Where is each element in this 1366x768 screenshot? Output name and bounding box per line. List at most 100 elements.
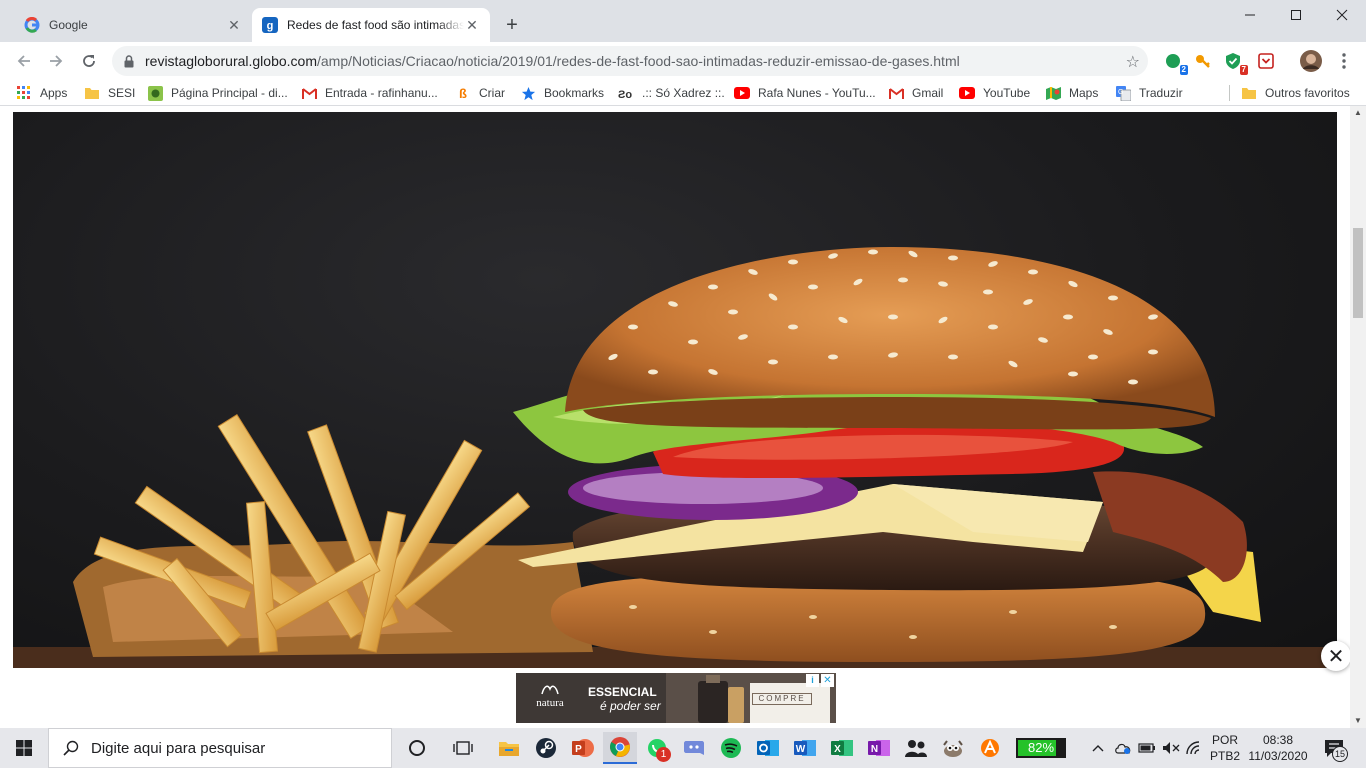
forward-icon[interactable] <box>42 47 70 75</box>
bookmark-bookmarks[interactable]: Bookmarks <box>520 83 604 103</box>
task-view-icon[interactable] <box>446 732 480 764</box>
powerpoint-icon[interactable]: P <box>566 732 600 764</box>
bookmark-label: Apps <box>40 86 68 100</box>
bookmark-sesi[interactable]: SESI <box>84 83 135 103</box>
bookmark-gmail[interactable]: Gmail <box>888 83 943 103</box>
ad-cta-button[interactable]: COMPRE <box>752 693 812 705</box>
tab-title: Google <box>49 18 88 32</box>
extension-shield-icon[interactable]: 7 <box>1222 50 1248 75</box>
bookmark-so-xadrez[interactable]: Ƨo .:: Só Xadrez ::. <box>618 83 725 103</box>
whatsapp-icon[interactable]: 1 <box>640 732 674 764</box>
sticky-ad-close-button[interactable]: ✕ <box>1321 641 1350 671</box>
steam-icon[interactable] <box>529 732 563 764</box>
bookmark-label: SESI <box>108 86 136 100</box>
bookmark-star-icon[interactable]: ☆ <box>1126 52 1140 72</box>
tab-google[interactable]: Google ✕ <box>14 8 252 42</box>
menu-kebab-icon[interactable] <box>1333 50 1355 72</box>
bookmarks-bar: Apps SESI Página Principal - di... Entra… <box>0 80 1366 106</box>
tab-strip: Google ✕ g Redes de fast food são intima… <box>0 0 1366 42</box>
file-explorer-icon[interactable] <box>492 732 526 764</box>
clock[interactable]: 08:38 11/03/2020 <box>1240 732 1316 764</box>
discord-icon[interactable] <box>677 732 711 764</box>
bookmark-label: YouTube <box>983 86 1031 100</box>
url-path: /amp/Noticias/Criacao/noticia/2019/01/re… <box>316 53 960 69</box>
bookmarks-divider <box>1229 85 1230 101</box>
action-center-icon[interactable]: 15 <box>1318 736 1352 762</box>
address-bar[interactable]: revistagloborural.globo.com/amp/Noticias… <box>112 46 1148 76</box>
avast-icon[interactable] <box>973 732 1007 764</box>
svg-text:N: N <box>871 744 878 755</box>
word-icon[interactable]: W <box>788 732 822 764</box>
bookmark-rafa-nunes[interactable]: Rafa Nunes - YouTu... <box>734 83 876 103</box>
ad-close-icon[interactable]: ✕ <box>821 674 834 687</box>
extension-pocket-icon[interactable] <box>1255 50 1277 72</box>
reload-icon[interactable] <box>75 47 103 75</box>
natura-brand: natura <box>536 697 564 709</box>
windows-start-icon[interactable] <box>0 728 48 768</box>
maximize-icon[interactable] <box>1273 0 1319 30</box>
bookmark-pagina-principal[interactable]: Página Principal - di... <box>147 83 288 103</box>
gmail-icon <box>301 85 317 101</box>
onedrive-sync-icon[interactable] <box>1112 728 1134 768</box>
svg-text:g: g <box>267 20 274 32</box>
battery-icon[interactable] <box>1136 728 1158 768</box>
minimize-icon[interactable] <box>1227 0 1273 30</box>
new-tab-button[interactable]: + <box>500 14 524 38</box>
svg-text:P: P <box>575 744 582 755</box>
gimp-icon[interactable] <box>936 732 970 764</box>
natura-logo: natura <box>530 683 570 709</box>
hero-image-burger-fries <box>13 112 1337 668</box>
globo-icon: g <box>262 17 278 33</box>
profile-avatar[interactable] <box>1299 49 1323 73</box>
volume-muted-icon[interactable] <box>1160 728 1182 768</box>
extension-key-icon[interactable] <box>1192 50 1214 72</box>
bookmark-entrada[interactable]: Entrada - rafinhanu... <box>301 83 438 103</box>
bookmark-outros-favoritos[interactable]: Outros favoritos <box>1241 83 1350 103</box>
chrome-taskbar-icon[interactable] <box>603 732 637 764</box>
people-icon[interactable] <box>899 732 933 764</box>
tab-fast-food-article[interactable]: g Redes de fast food são intimadas ✕ <box>252 8 490 42</box>
back-icon[interactable] <box>10 47 38 75</box>
scrollbar-thumb[interactable] <box>1353 228 1363 318</box>
bookmark-traduzir[interactable]: G Traduzir <box>1115 83 1183 103</box>
show-hidden-icons-chevron[interactable] <box>1088 728 1108 768</box>
scroll-up-icon[interactable]: ▲ <box>1350 106 1366 120</box>
bookmark-label: Gmail <box>912 86 944 100</box>
bookmark-criar[interactable]: ß Criar <box>455 83 505 103</box>
close-icon[interactable]: ✕ <box>226 17 242 33</box>
bookmark-maps[interactable]: Maps <box>1045 83 1098 103</box>
extension-badge: 2 <box>1179 65 1188 75</box>
battery-meter-widget[interactable]: 82% <box>1016 738 1066 758</box>
url-domain: revistagloborural.globo.com <box>145 53 317 69</box>
close-icon[interactable]: ✕ <box>464 17 480 33</box>
bookmark-label: Rafa Nunes - YouTu... <box>758 86 876 100</box>
folder-icon <box>1241 85 1257 101</box>
onenote-icon[interactable]: N <box>862 732 896 764</box>
ad-tagline: é poder ser <box>600 699 661 713</box>
windows-taskbar: Digite aqui para pesquisar P 1 W X N 82%… <box>0 728 1366 768</box>
clock-time: 08:38 <box>1262 733 1294 747</box>
excel-icon[interactable]: X <box>825 732 859 764</box>
natura-ad[interactable]: natura ESSENCIAL é poder ser COMPRE i ✕ <box>516 673 836 723</box>
outlook-icon[interactable] <box>751 732 785 764</box>
lock-icon <box>124 54 138 68</box>
wifi-icon[interactable] <box>1184 728 1206 768</box>
ad-banner-area: natura ESSENCIAL é poder ser COMPRE i ✕ <box>0 668 1350 728</box>
bookmark-apps[interactable]: Apps <box>16 83 67 103</box>
star-icon <box>520 85 536 101</box>
window-close-icon[interactable] <box>1319 0 1365 30</box>
taskbar-search-box[interactable]: Digite aqui para pesquisar <box>48 728 392 768</box>
search-placeholder: Digite aqui para pesquisar <box>91 739 266 757</box>
vertical-scrollbar[interactable]: ▲ ▼ <box>1350 106 1366 728</box>
bookmark-label: Bookmarks <box>544 86 605 100</box>
extension-chat-icon[interactable]: 2 <box>1162 50 1188 75</box>
cortana-icon[interactable] <box>400 732 434 764</box>
spotify-icon[interactable] <box>714 732 748 764</box>
bookmark-youtube[interactable]: YouTube <box>959 83 1030 103</box>
adchoices-icon[interactable]: i <box>806 674 819 687</box>
svg-text:X: X <box>834 744 841 755</box>
scroll-down-icon[interactable]: ▼ <box>1350 714 1366 728</box>
keyboard-layout: PTB2 <box>1209 749 1240 763</box>
language-indicator[interactable]: POR PTB2 <box>1208 732 1242 764</box>
language-code: POR <box>1211 733 1238 747</box>
